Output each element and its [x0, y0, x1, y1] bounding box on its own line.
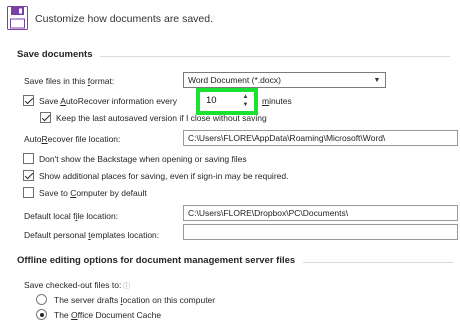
server-drafts-radio[interactable] [36, 294, 47, 305]
autorecover-minutes-value[interactable]: 10 [206, 95, 217, 106]
chevron-down-icon[interactable]: ▼ [369, 73, 385, 87]
save-to-computer-label: Save to Computer by default [39, 188, 147, 198]
autorecover-location-label: AutoRecover file location: [24, 134, 121, 144]
default-templates-location-field[interactable] [183, 224, 458, 240]
spinner-arrows-icon[interactable]: ▲ ▼ [241, 93, 250, 109]
autorecover-checkbox[interactable] [23, 95, 34, 106]
autorecover-minutes-spinner[interactable]: 10 ▲ ▼ [196, 88, 258, 115]
save-format-label: Save files in this format: [24, 76, 115, 86]
show-additional-places-label: Show additional places for saving, even … [39, 171, 289, 181]
office-document-cache-radio[interactable] [36, 309, 47, 320]
office-document-cache-label: The Office Document Cache [54, 310, 162, 320]
save-documents-title: Save documents [17, 49, 93, 60]
save-disk-icon [7, 6, 28, 30]
server-drafts-label: The server drafts location on this compu… [54, 295, 216, 305]
save-format-value: Word Document (*.docx) [188, 75, 281, 85]
default-templates-location-label: Default personal templates location: [24, 230, 160, 240]
default-local-location-label: Default local file location: [24, 211, 119, 221]
dont-show-backstage-label: Don't show the Backstage when opening or… [39, 154, 247, 164]
section-divider [303, 262, 453, 263]
offline-editing-title: Offline editing options for document man… [17, 255, 296, 266]
dont-show-backstage-checkbox[interactable] [23, 153, 34, 164]
checked-out-files-label: Save checked-out files to: ⓘ [24, 280, 131, 290]
keep-last-label: Keep the last autosaved version if I clo… [56, 113, 267, 123]
autorecover-location-value: C:\Users\FLORE\AppData\Roaming\Microsoft… [188, 133, 386, 143]
keep-last-checkbox[interactable] [40, 112, 51, 123]
autorecover-location-field[interactable]: C:\Users\FLORE\AppData\Roaming\Microsoft… [183, 130, 458, 146]
save-format-dropdown[interactable]: Word Document (*.docx) ▼ [183, 72, 386, 88]
default-local-location-field[interactable]: C:\Users\FLORE\Dropbox\PC\Documents\ [183, 205, 458, 221]
default-local-location-value: C:\Users\FLORE\Dropbox\PC\Documents\ [188, 208, 349, 218]
show-additional-places-checkbox[interactable] [23, 170, 34, 181]
minutes-label: minutes [262, 96, 292, 106]
header-description: Customize how documents are saved. [35, 13, 214, 25]
section-divider [100, 56, 450, 57]
save-to-computer-checkbox[interactable] [23, 187, 34, 198]
autorecover-label: Save AutoRecover information every [39, 96, 177, 106]
